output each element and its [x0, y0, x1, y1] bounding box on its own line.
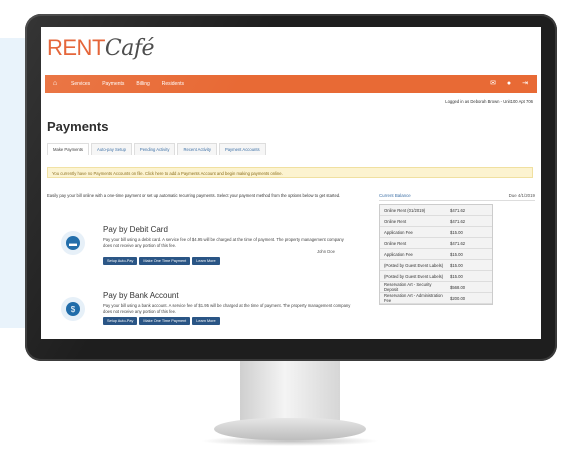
balance-amount: $471.62: [450, 218, 466, 224]
balance-row: Online Rent $471.62: [380, 216, 492, 227]
balance-item: Application Fee: [384, 229, 413, 235]
nav-item-payments[interactable]: Payments: [102, 81, 124, 87]
learn-more-button[interactable]: Learn More: [192, 317, 220, 325]
balance-row: Reservation Art - Administration Fee $200…: [380, 293, 492, 304]
balance-item: Application Fee: [384, 251, 413, 257]
logged-in-status: Logged in as Deborah Brown - Unit100 Apt…: [445, 99, 533, 104]
balance-amount: $15.00: [450, 229, 463, 235]
balance-item: (Posted by Guest Event Labels): [384, 262, 444, 268]
nav-right-icons: ✉ ● ⇥: [489, 80, 529, 88]
balance-amount: $15.00: [450, 251, 463, 257]
page-title: Payments: [47, 119, 109, 134]
balance-amount: $15.00: [450, 262, 463, 268]
balance-row: (Posted by Guest Event Labels) $15.00: [380, 260, 492, 271]
tab-autopay-setup[interactable]: Auto-pay Setup: [91, 143, 132, 155]
tab-make-payments[interactable]: Make Payments: [47, 143, 90, 155]
monitor-stand-neck: [240, 361, 340, 423]
balance-table: Online Rent (01/2019) $471.62 Online Rent…: [379, 204, 493, 305]
tab-recent-activity[interactable]: Recent Activity: [177, 143, 217, 155]
balance-row: Reservation Art - Security Deposit $568.0…: [380, 282, 492, 293]
balance-amount: $200.00: [450, 295, 466, 301]
user-icon[interactable]: ●: [505, 80, 513, 88]
balance-item: (Posted by Guest Event Labels): [384, 273, 444, 279]
balance-item: Online Rent: [384, 218, 407, 224]
setup-autopay-button[interactable]: Setup Auto-Pay: [103, 317, 138, 325]
payments-tabs: Make Payments Auto-pay Setup Pending Act…: [47, 143, 268, 155]
logout-icon[interactable]: ⇥: [521, 80, 529, 88]
monitor-stand-base: [214, 418, 366, 440]
balance-row: Application Fee $15.00: [380, 249, 492, 260]
method-description: Pay your bill using a bank account. A se…: [103, 303, 351, 314]
method-title: Pay by Debit Card: [103, 225, 168, 234]
method-buttons: Setup Auto-Pay Make One Time Payment Lea…: [103, 257, 220, 265]
logo-cafe-text: Café: [104, 36, 155, 61]
tab-payment-accounts[interactable]: Payment Accounts: [218, 143, 266, 155]
balance-item: Reservation Art - Administration Fee: [384, 293, 443, 303]
balance-header: Current Balance Due 4/1/2019: [379, 193, 535, 201]
tab-pending-activity[interactable]: Pending Activity: [133, 143, 176, 155]
balance-amount: $471.62: [450, 240, 466, 246]
balance-row: Online Rent (01/2019) $471.62: [380, 205, 492, 216]
balance-row: Application Fee $15.00: [380, 227, 492, 238]
setup-autopay-button[interactable]: Setup Auto-Pay: [103, 257, 138, 265]
method-title: Pay by Bank Account: [103, 291, 179, 300]
current-balance-panel: Current Balance Due 4/1/2019 Online Rent…: [379, 193, 535, 339]
mail-icon[interactable]: ✉: [489, 80, 497, 88]
balance-amount: $471.62: [450, 207, 466, 213]
balance-item: Online Rent (01/2019): [384, 207, 426, 213]
monitor-screen: RENTCafé ⌂ Services Payments Billing Res…: [41, 27, 541, 339]
balance-item: Reservation Art - Security Deposit: [384, 282, 432, 292]
balance-amount: $568.00: [450, 284, 466, 290]
learn-more-button[interactable]: Learn More: [192, 257, 220, 265]
balance-row: Online Rent $471.62: [380, 238, 492, 249]
nav-item-billing[interactable]: Billing: [136, 81, 149, 87]
method-buttons: Setup Auto-Pay Make One Time Payment Lea…: [103, 317, 220, 325]
bank-icon: $: [61, 297, 85, 321]
nav-item-residents[interactable]: Residents: [162, 81, 184, 87]
method-description: Pay your bill using a debit card. A serv…: [103, 237, 344, 248]
credit-card-icon: ▬: [61, 231, 85, 255]
home-icon[interactable]: ⌂: [51, 80, 59, 88]
payments-intro-text: Easily pay your bill online with a one-t…: [47, 193, 341, 198]
no-accounts-notice[interactable]: You currently have no Payments Accounts …: [47, 167, 533, 178]
balance-title: Current Balance: [379, 193, 411, 198]
balance-row: (Posted by Guest Event Labels) $15.00: [380, 271, 492, 282]
balance-item: Online Rent: [384, 240, 407, 246]
balance-amount: $15.00: [450, 273, 463, 279]
nav-item-services[interactable]: Services: [71, 81, 90, 87]
balance-due-date: Due 4/1/2019: [508, 193, 535, 198]
make-one-time-payment-button[interactable]: Make One Time Payment: [139, 317, 191, 325]
top-navbar: ⌂ Services Payments Billing Residents ✉ …: [45, 75, 537, 93]
logo-rent-text: RENT: [47, 35, 105, 60]
rentcafe-logo: RENTCafé: [47, 35, 155, 61]
signer-name: John Doe: [317, 249, 335, 254]
make-one-time-payment-button[interactable]: Make One Time Payment: [139, 257, 191, 265]
